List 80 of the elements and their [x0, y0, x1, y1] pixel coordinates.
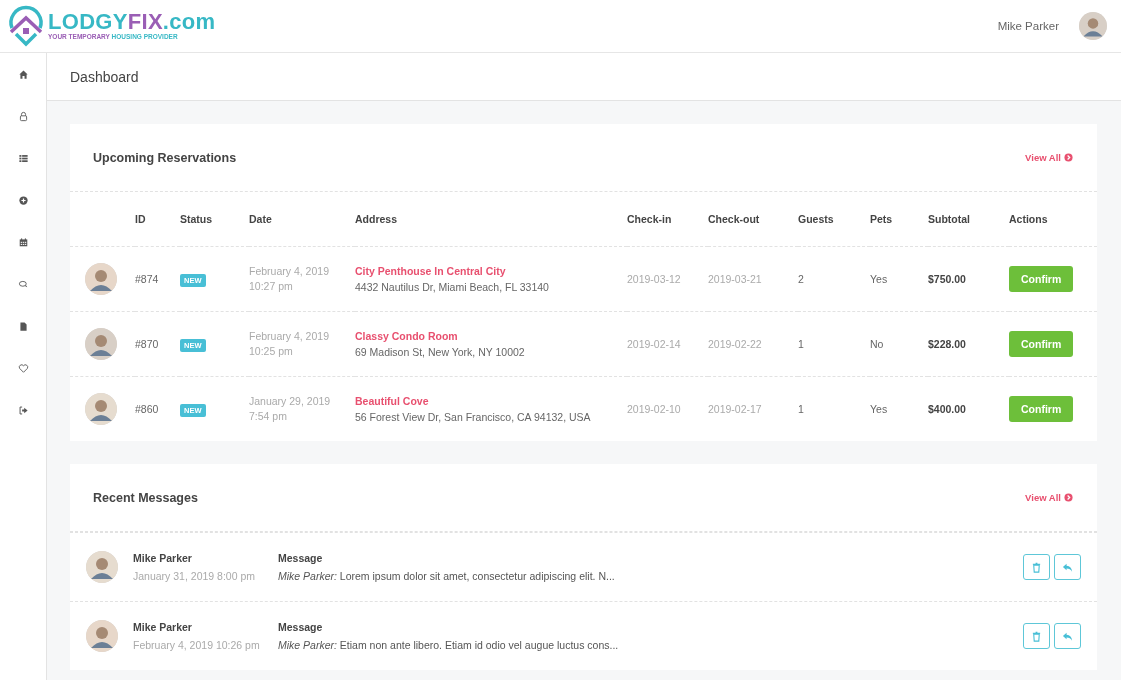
date-text: January 29, 2019	[249, 394, 332, 409]
sender-name: Mike Parker	[133, 552, 193, 564]
time-text: 7:54 pm	[249, 409, 288, 424]
page-title: Dashboard	[70, 68, 139, 85]
heart-icon[interactable]	[17, 363, 29, 374]
card-title: Recent Messages	[93, 490, 198, 505]
message-label: Message	[278, 621, 324, 633]
column-header: Date	[249, 213, 272, 225]
arrow-circle-icon	[1064, 153, 1073, 162]
reservation-id: #874	[135, 273, 159, 285]
brand-name: LODGYFIX.com	[48, 11, 216, 33]
trash-icon	[1031, 561, 1042, 573]
check-in-date: 2019-03-12	[627, 273, 681, 285]
view-all-link[interactable]: View All	[1025, 152, 1073, 163]
pets-value: Yes	[870, 273, 888, 285]
subtotal-amount: $400.00	[928, 403, 966, 415]
check-out-date: 2019-03-21	[708, 273, 762, 285]
arrow-circle-icon	[1064, 493, 1073, 502]
column-header: Check-in	[627, 213, 672, 225]
reply-icon	[1062, 630, 1073, 642]
column-header: Subtotal	[928, 213, 970, 225]
message-preview: Mike Parker: Lorem ipsum dolor sit amet, consectetur adipiscing elit. N...	[278, 570, 616, 582]
calendar-icon[interactable]	[17, 237, 29, 248]
lock-icon[interactable]	[17, 111, 29, 122]
subtotal-amount: $228.00	[928, 338, 966, 350]
avatar	[85, 393, 117, 425]
reservation-id: #860	[135, 403, 159, 415]
avatar	[86, 551, 118, 583]
subtotal-amount: $750.00	[928, 273, 966, 285]
reservation-id: #870	[135, 338, 159, 350]
sender-name: Mike Parker	[133, 621, 193, 633]
address-text: 4432 Nautilus Dr, Miami Beach, FL 33140	[355, 281, 550, 293]
chat-icon[interactable]	[17, 279, 29, 290]
address-text: 56 Forest View Dr, San Francisco, CA 94132, USA	[355, 411, 592, 423]
date-text: February 4, 2019	[249, 264, 330, 279]
time-text: 10:27 pm	[249, 279, 294, 294]
house-logo-icon	[6, 4, 46, 48]
date-text: February 4, 2019	[249, 329, 330, 344]
column-header: Guests	[798, 213, 834, 225]
column-header: Address	[355, 213, 397, 225]
avatar	[86, 620, 118, 652]
reply-icon	[1062, 561, 1073, 573]
column-header: Status	[180, 213, 213, 225]
avatar	[1079, 12, 1107, 40]
message-time: February 4, 2019 10:26 pm	[133, 639, 261, 651]
column-header: Check-out	[708, 213, 760, 225]
check-in-date: 2019-02-10	[627, 403, 681, 415]
plus-icon[interactable]	[17, 195, 29, 206]
guests-count: 1	[798, 338, 804, 350]
view-all-link[interactable]: View All	[1025, 492, 1073, 503]
card-title: Upcoming Reservations	[93, 150, 237, 165]
guests-count: 1	[798, 403, 804, 415]
confirm-button[interactable]: Confirm	[1009, 396, 1074, 422]
message-preview: Mike Parker: Etiam non ante libero. Etiam id odio vel augue luctus cons...	[278, 639, 620, 651]
message-label: Message	[278, 552, 324, 564]
guests-count: 2	[798, 273, 804, 285]
column-header: Actions	[1009, 213, 1048, 225]
check-out-date: 2019-02-17	[708, 403, 762, 415]
address-text: 69 Madison St, New York, NY 10002	[355, 346, 526, 358]
message-time: January 31, 2019 8:00 pm	[133, 570, 256, 582]
signout-icon[interactable]	[17, 405, 29, 416]
avatar	[85, 328, 117, 360]
user-name[interactable]: Mike Parker	[997, 20, 1059, 32]
property-link[interactable]: City Penthouse In Central City	[355, 265, 627, 277]
trash-icon	[1031, 630, 1042, 642]
home-icon[interactable]	[17, 69, 29, 80]
file-icon[interactable]	[17, 321, 29, 332]
property-link[interactable]: Classy Condo Room	[355, 330, 627, 342]
column-header: ID	[135, 213, 146, 225]
check-in-date: 2019-02-14	[627, 338, 681, 350]
list-icon[interactable]	[17, 153, 29, 164]
pets-value: No	[870, 338, 884, 350]
column-header: Pets	[870, 213, 893, 225]
confirm-button[interactable]: Confirm	[1009, 331, 1074, 357]
avatar	[85, 263, 117, 295]
check-out-date: 2019-02-22	[708, 338, 762, 350]
pets-value: Yes	[870, 403, 888, 415]
property-link[interactable]: Beautiful Cove	[355, 395, 627, 407]
confirm-button[interactable]: Confirm	[1009, 266, 1074, 292]
time-text: 10:25 pm	[249, 344, 294, 359]
